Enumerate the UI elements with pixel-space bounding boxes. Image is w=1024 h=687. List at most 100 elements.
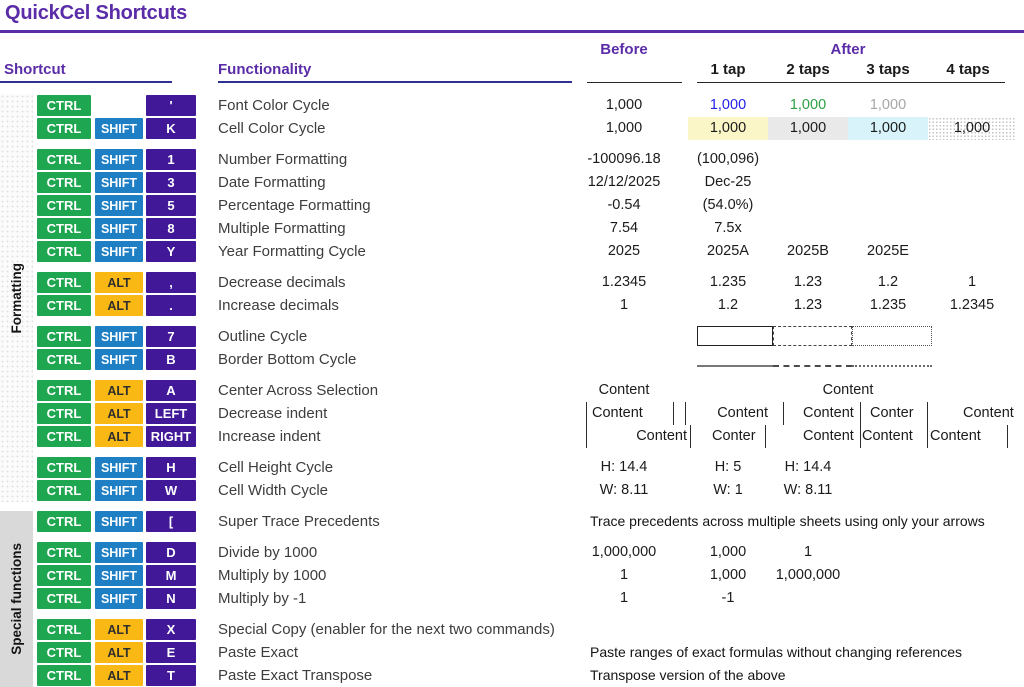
before-value: 1,000 (605, 120, 643, 136)
key-ctrl: CTRL (37, 241, 91, 262)
functionality-label: Multiple Formatting (218, 220, 346, 237)
key-ctrl: CTRL (37, 480, 91, 501)
after-value-tap2: 1,000 (789, 97, 827, 113)
after-value-tap1: 1,000 (709, 567, 747, 583)
key-shift: SHIFT (95, 588, 143, 609)
cell-border-line (783, 402, 784, 425)
before-value: 1 (619, 590, 629, 606)
cell-border-line (927, 402, 928, 425)
key-letter: K (146, 118, 196, 139)
key-ctrl: CTRL (37, 588, 91, 609)
functionality-label: Increase decimals (218, 297, 339, 314)
key-ctrl: CTRL (37, 457, 91, 478)
cell-border-line (690, 425, 691, 448)
shortcut-row: CTRL ALT T Paste Exact Transpose Transpose v… (0, 664, 1024, 687)
functionality-label: Paste Exact Transpose (218, 667, 373, 684)
after-value-tap1: 1,000 (709, 97, 747, 113)
functionality-label: Multiply by 1000 (218, 567, 327, 584)
indent-demo-content: Content (717, 405, 768, 421)
key-letter: LEFT (146, 403, 196, 424)
key-letter: RIGHT (146, 426, 196, 447)
after-value-spanning: Content (822, 382, 874, 398)
shortcut-row: CTRL SHIFT[Super Trace Precedents Trace pr… (0, 510, 1024, 533)
result-note: Paste ranges of exact formulas without c… (590, 644, 962, 660)
key-shift: SHIFT (95, 457, 143, 478)
functionality-label: Outline Cycle (218, 328, 308, 345)
key-shift: SHIFT (95, 118, 143, 139)
shortcut-row: CTRL ALT. Increase decimals 1 1.2 1.23 1.235 1.… (0, 294, 1024, 317)
key-letter: ' (146, 95, 196, 116)
indent-demo-content: Content (963, 405, 1014, 421)
before-value: -100096.18 (587, 151, 661, 167)
after-value-tap3: 1.2 (877, 274, 899, 290)
after-value-tap2: 1.23 (793, 274, 823, 290)
after-value-tap1: 1.235 (709, 274, 747, 290)
key-ctrl: CTRL (37, 665, 91, 686)
key-letter: N (146, 588, 196, 609)
before-value: 1 (619, 567, 629, 583)
cell-border-line (1007, 425, 1008, 448)
functionality-label: Border Bottom Cycle (218, 351, 357, 368)
functionality-label: Cell Height Cycle (218, 459, 334, 476)
after-value-tap1: (100,096) (696, 151, 760, 167)
after-value-tap2: 2025B (787, 243, 829, 259)
key-shift: SHIFT (95, 172, 143, 193)
key-letter: B (146, 349, 196, 370)
cell-border-line (927, 425, 928, 448)
functionality-label: Number Formatting (218, 151, 348, 168)
indent-demo-content: Content (862, 428, 913, 444)
shortcut-row: CTRL SHIFT 3 Date Formatting 12/12/2025 Dec-2… (0, 171, 1024, 194)
cell-border-line (860, 402, 861, 425)
key-alt: ALT (95, 426, 143, 447)
key-letter: 5 (146, 195, 196, 216)
column-header-2taps: 2 taps (786, 61, 830, 78)
before-value: 1 (619, 297, 629, 313)
key-ctrl: CTRL (37, 619, 91, 640)
cell-border-line (673, 402, 674, 425)
after-value-tap2: W: 8.11 (783, 482, 833, 498)
key-letter: M (146, 565, 196, 586)
indent-demo-content: Conter (712, 428, 756, 444)
key-letter: . (146, 295, 196, 316)
key-ctrl: CTRL (37, 218, 91, 239)
key-ctrl: CTRL (37, 426, 91, 447)
after-value-tap3: 2025E (867, 243, 909, 259)
after-value-tap1: W: 1 (713, 482, 743, 498)
key-letter: , (146, 272, 196, 293)
key-shift: SHIFT (95, 326, 143, 347)
shortcut-row: CTRL ALT, Decrease decimals 1.2345 1.235 1.23… (0, 271, 1024, 294)
functionality-label: Increase indent (218, 428, 321, 445)
column-header-before: Before (600, 41, 648, 58)
key-letter: A (146, 380, 196, 401)
shortcut-row: CTRL ALT LEFT Decrease indent Content Content… (0, 402, 1024, 425)
shortcuts-sheet: QuickCel Shortcuts Before After Shortcut… (0, 0, 1024, 687)
functionality-label: Year Formatting Cycle (218, 243, 366, 260)
key-shift: SHIFT (95, 565, 143, 586)
key-shift: SHIFT (95, 149, 143, 170)
column-header-1tap: 1 tap (710, 61, 746, 78)
functionality-label: Decrease decimals (218, 274, 346, 291)
key-shift: SHIFT (95, 218, 143, 239)
key-alt: ALT (95, 295, 143, 316)
shortcut-row: CTRL SHIFT 8 Multiple Formatting 7.54 7.5x (0, 217, 1024, 240)
key-alt: ALT (95, 380, 143, 401)
after-value-tap1: Dec-25 (704, 174, 752, 190)
cell-border-line (586, 402, 587, 425)
key-ctrl: CTRL (37, 511, 91, 532)
key-ctrl: CTRL (37, 272, 91, 293)
before-value: 1.2345 (601, 274, 647, 290)
shortcut-row: CTRL SHIFT H Cell Height Cycle H: 14.4 H: 5 H:… (0, 456, 1024, 479)
outline-demo-box-dotted (852, 326, 932, 346)
shortcut-row: CTRL ' Font Color Cycle 1,000 1,000 1,000 1,00… (0, 94, 1024, 117)
functionality-label: Decrease indent (218, 405, 328, 422)
after-value-tap1: 1,000 (709, 544, 747, 560)
before-value: W: 8.11 (599, 482, 649, 498)
functionality-label: Font Color Cycle (218, 97, 330, 114)
functionality-label: Paste Exact (218, 644, 299, 661)
after-value-tap3: 1,000 (848, 117, 928, 140)
title-divider (0, 30, 1024, 33)
functionality-label: Special Copy (enabler for the next two c… (218, 621, 555, 638)
cell-border-line (765, 425, 766, 448)
key-shift: SHIFT (95, 480, 143, 501)
key-ctrl: CTRL (37, 403, 91, 424)
